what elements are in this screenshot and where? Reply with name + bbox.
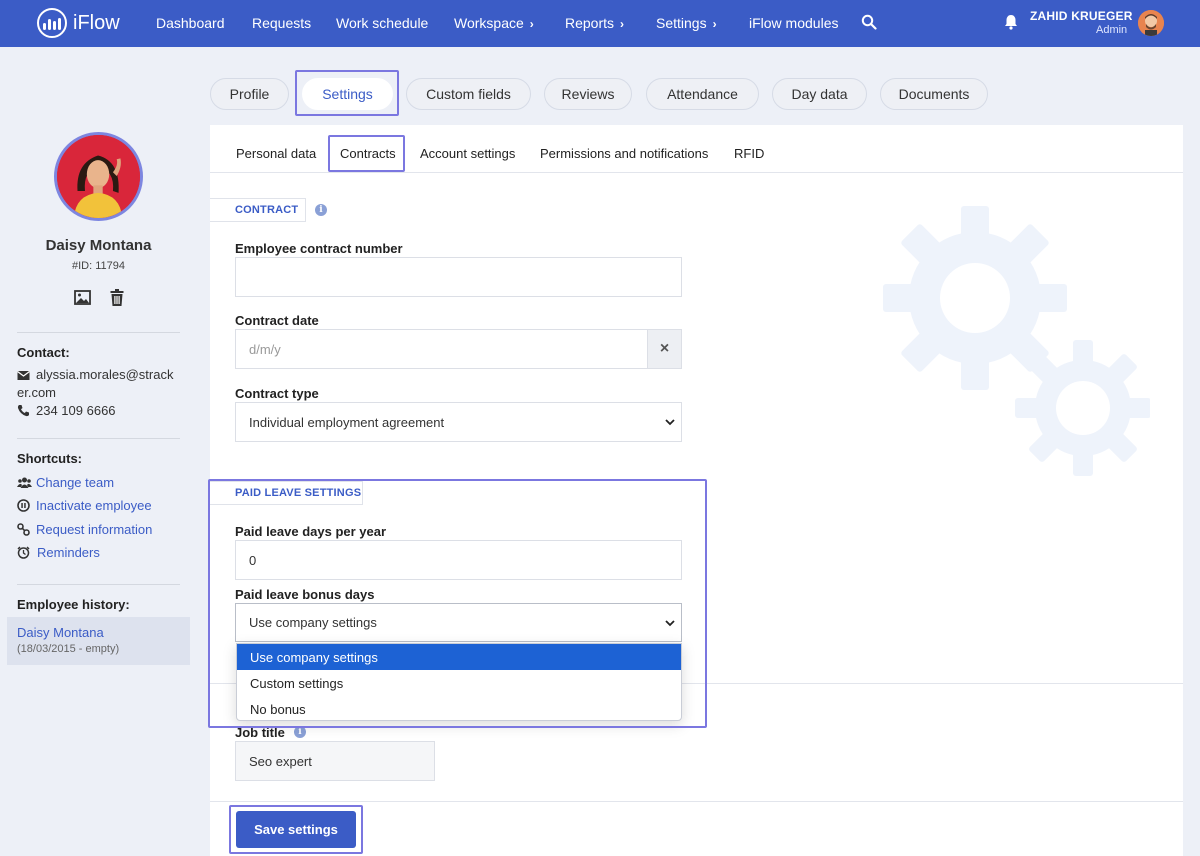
contract-date-label: Contract date — [235, 313, 319, 328]
chevron-right-icon: › — [712, 17, 717, 31]
contact-email-line2: er.com — [17, 385, 57, 400]
pause-circle-icon — [17, 499, 30, 512]
paid-leave-bonus-label: Paid leave bonus days — [235, 587, 375, 602]
nav-settings[interactable]: Settings › — [656, 15, 717, 31]
shortcut-inactivate-employee[interactable]: Inactivate employee — [36, 498, 152, 513]
nav-reports[interactable]: Reports › — [565, 15, 624, 31]
tab-reviews[interactable]: Reviews — [544, 78, 632, 110]
sidebar-divider — [17, 332, 180, 333]
sidebar-divider — [17, 438, 180, 439]
chevron-down-icon — [665, 620, 675, 627]
top-navbar: iFlow Dashboard Requests Work schedule W… — [0, 0, 1200, 47]
bonus-option-none[interactable]: No bonus — [237, 696, 681, 722]
link-icon — [17, 523, 30, 536]
contract-type-label: Contract type — [235, 386, 319, 401]
nav-dashboard[interactable]: Dashboard — [156, 15, 225, 31]
history-item-name[interactable]: Daisy Montana — [17, 625, 104, 640]
app-name: iFlow — [73, 11, 120, 34]
subtab-account-settings[interactable]: Account settings — [420, 146, 515, 161]
nav-requests[interactable]: Requests — [252, 15, 311, 31]
trash-icon[interactable] — [110, 289, 124, 306]
chevron-down-icon — [665, 419, 675, 426]
shortcut-change-team[interactable]: Change team — [36, 475, 114, 490]
user-role: Admin — [1096, 24, 1128, 36]
sidebar-divider — [17, 584, 180, 585]
employee-id: #ID: 11794 — [71, 260, 125, 272]
gears-illustration — [883, 206, 1150, 476]
phone-icon — [17, 405, 29, 417]
contact-heading: Contact: — [17, 345, 70, 360]
nav-iflow-modules[interactable]: iFlow modules — [749, 15, 838, 31]
paid-leave-section-title: PAID LEAVE SETTINGS — [210, 481, 363, 505]
nav-workspace-label: Workspace — [454, 15, 524, 31]
subtab-personal-data[interactable]: Personal data — [236, 146, 316, 161]
paid-leave-days-input[interactable]: 0 — [235, 540, 682, 580]
image-icon[interactable] — [74, 290, 91, 305]
tab-custom-fields[interactable]: Custom fields — [406, 78, 531, 110]
paid-leave-days-label: Paid leave days per year — [235, 524, 387, 539]
contact-email-line1: alyssia.morales@strack — [36, 367, 174, 382]
contract-type-select[interactable]: Individual employment agreement — [235, 402, 682, 442]
chevron-right-icon: › — [620, 17, 625, 31]
paid-leave-bonus-select[interactable]: Use company settings — [235, 603, 682, 642]
history-heading: Employee history: — [17, 597, 130, 612]
team-icon — [17, 477, 32, 488]
chevron-right-icon: › — [529, 17, 534, 31]
paid-leave-bonus-value: Use company settings — [249, 615, 377, 630]
job-title-input[interactable]: Seo expert — [235, 741, 435, 781]
user-avatar[interactable] — [1138, 10, 1164, 36]
nav-workspace[interactable]: Workspace › — [454, 15, 534, 31]
bell-icon[interactable] — [1004, 14, 1018, 30]
search-icon[interactable] — [861, 14, 877, 30]
employee-name: Daisy Montana — [45, 237, 152, 254]
tab-settings[interactable]: Settings — [302, 78, 393, 110]
app-logo[interactable]: iFlow — [37, 8, 120, 38]
shortcuts-heading: Shortcuts: — [17, 451, 82, 466]
contract-date-input[interactable]: d/m/y — [235, 329, 648, 369]
subtab-permissions-notifications[interactable]: Permissions and notifications — [540, 146, 708, 161]
form-footer-divider — [210, 801, 1183, 802]
info-icon[interactable]: i — [315, 204, 327, 216]
bonus-option-custom[interactable]: Custom settings — [237, 670, 681, 696]
contract-number-label: Employee contract number — [235, 241, 403, 256]
contract-section-title: CONTRACT — [210, 198, 306, 222]
contract-type-value: Individual employment agreement — [249, 414, 445, 430]
nav-reports-label: Reports — [565, 15, 615, 31]
save-settings-button[interactable]: Save settings — [236, 811, 356, 848]
job-title-label: Job title — [235, 725, 285, 740]
tab-documents[interactable]: Documents — [880, 78, 988, 110]
alarm-clock-icon — [17, 546, 30, 559]
info-icon[interactable]: i — [294, 726, 306, 738]
history-item-date: (18/03/2015 - empty) — [17, 643, 120, 655]
employee-avatar[interactable] — [54, 132, 143, 221]
user-name[interactable]: ZAHID KRUEGER — [1030, 9, 1133, 23]
contact-phone: 234 109 6666 — [36, 403, 116, 418]
logo-icon — [37, 8, 67, 38]
close-icon: × — [659, 340, 670, 357]
contract-number-input[interactable] — [235, 257, 682, 297]
shortcut-request-information[interactable]: Request information — [36, 522, 152, 537]
subtab-contracts[interactable]: Contracts — [340, 146, 396, 161]
nav-work-schedule[interactable]: Work schedule — [336, 15, 428, 31]
shortcut-reminders[interactable]: Reminders — [37, 545, 100, 560]
nav-settings-label: Settings — [656, 15, 707, 31]
tab-attendance[interactable]: Attendance — [646, 78, 759, 110]
subtab-rfid[interactable]: RFID — [734, 146, 764, 161]
bonus-option-company[interactable]: Use company settings — [237, 644, 681, 670]
tab-profile[interactable]: Profile — [210, 78, 289, 110]
clear-date-button[interactable]: × — [648, 329, 682, 369]
bonus-dropdown-menu: Use company settings Custom settings No … — [236, 643, 682, 721]
tab-day-data[interactable]: Day data — [772, 78, 867, 110]
envelope-icon — [17, 371, 30, 380]
